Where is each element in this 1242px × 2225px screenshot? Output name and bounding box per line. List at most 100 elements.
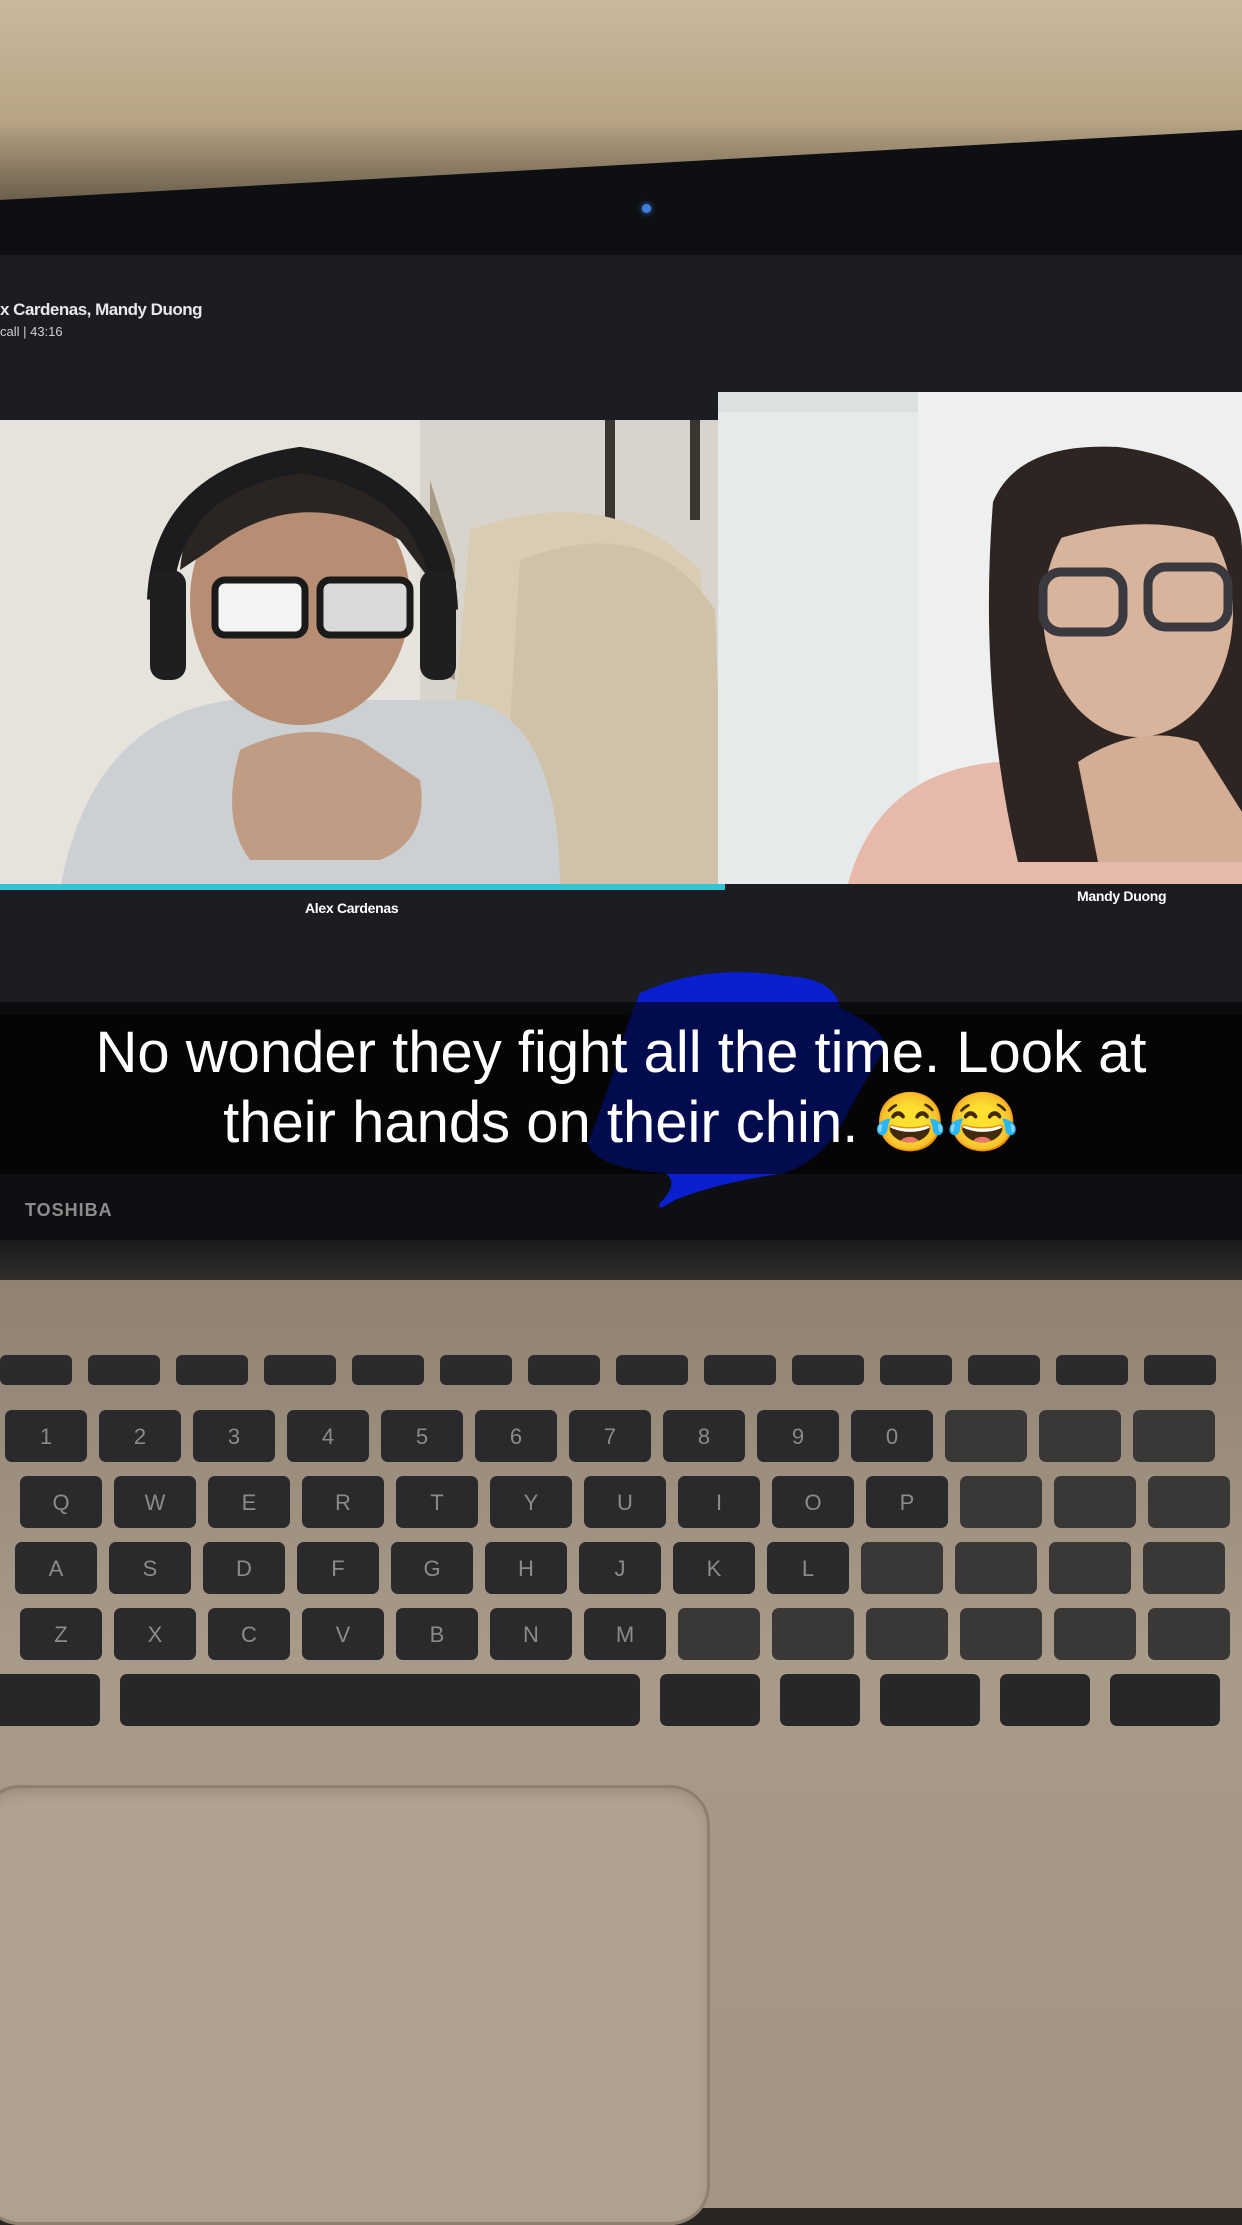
keyboard-key: W [114,1476,196,1528]
keyboard-key: Z [20,1608,102,1660]
laptop-brand-logo: TOSHIBA [25,1200,113,1220]
keyboard-key: S [109,1542,191,1594]
keyboard-key: Q [20,1476,102,1528]
laptop-keyboard: 1 2 3 4 5 6 7 8 9 0 Q W E R T Y U I O P A S D F G H J K L Z X C V B N M [0,1355,1230,1726]
keyboard-key [960,1608,1042,1660]
keyboard-key: U [584,1476,666,1528]
keyboard-key [1039,1410,1121,1462]
keyboard-key: X [114,1608,196,1660]
keyboard-key [660,1674,760,1726]
keyboard-key: N [490,1608,572,1660]
keyboard-key: 4 [287,1410,369,1462]
svg-text:D: D [236,1556,252,1581]
participant-video-alex[interactable] [0,420,725,890]
keyboard-key: 5 [381,1410,463,1462]
svg-text:F: F [331,1556,344,1581]
svg-text:S: S [143,1556,158,1581]
keyboard-key: J [579,1542,661,1594]
keyboard-key [1054,1608,1136,1660]
keyboard-key: A [15,1542,97,1594]
keyboard-key [1110,1674,1220,1726]
call-duration: call | 43:16 [0,324,63,339]
function-key [352,1355,424,1385]
snap-caption: No wonder they fight all the time. Look … [0,1002,1242,1174]
function-key [264,1355,336,1385]
laptop-trackpad [0,1785,710,2225]
keyboard-key [1000,1674,1090,1726]
function-key [528,1355,600,1385]
function-key [176,1355,248,1385]
active-speaker-indicator [0,884,725,890]
keyboard-key: 6 [475,1410,557,1462]
keyboard-key: E [208,1476,290,1528]
keyboard-key: C [208,1608,290,1660]
keyboard-key: G [391,1542,473,1594]
svg-text:5: 5 [416,1424,428,1449]
keyboard-key [772,1608,854,1660]
function-key [0,1355,72,1385]
svg-text:J: J [615,1556,626,1581]
svg-text:I: I [716,1490,722,1515]
svg-text:E: E [242,1490,257,1515]
svg-text:M: M [616,1622,634,1647]
function-key [1056,1355,1128,1385]
svg-text:W: W [145,1490,166,1515]
function-key [616,1355,688,1385]
keyboard-key: Y [490,1476,572,1528]
svg-text:2: 2 [134,1424,146,1449]
keyboard-key [945,1410,1027,1462]
participant-video-feed-left [0,420,725,890]
svg-text:T: T [430,1490,443,1515]
participant-name-label: Alex Cardenas [305,900,399,916]
participant-name-label: Mandy Duong [1077,888,1167,904]
svg-text:1: 1 [40,1424,52,1449]
svg-text:A: A [49,1556,64,1581]
keyboard-key: R [302,1476,384,1528]
svg-text:3: 3 [228,1424,240,1449]
svg-text:H: H [518,1556,534,1581]
svg-text:K: K [707,1556,722,1581]
keyboard-key [1143,1542,1225,1594]
svg-text:6: 6 [510,1424,522,1449]
participant-video-mandy[interactable] [718,392,1242,884]
caption-line-1: No wonder they fight all the time. Look … [95,1020,1147,1085]
svg-text:L: L [802,1556,814,1581]
svg-text:V: V [336,1622,351,1647]
keyboard-key: H [485,1542,567,1594]
keyboard-key: M [584,1608,666,1660]
participant-video-feed-right [718,392,1242,884]
svg-text:N: N [523,1622,539,1647]
svg-text:9: 9 [792,1424,804,1449]
keyboard-key: K [673,1542,755,1594]
svg-text:8: 8 [698,1424,710,1449]
keyboard-key [866,1608,948,1660]
keyboard-key [780,1674,860,1726]
keyboard-key: 8 [663,1410,745,1462]
call-header: x Cardenas, Mandy Duong call | 43:16 [0,300,260,360]
keyboard-key [120,1674,640,1726]
keyboard-key: 3 [193,1410,275,1462]
svg-text:Z: Z [54,1622,67,1647]
keyboard-key [678,1608,760,1660]
svg-text:R: R [335,1490,351,1515]
keyboard-key: 1 [5,1410,87,1462]
keyboard-key [1049,1542,1131,1594]
function-key [880,1355,952,1385]
keyboard-key: T [396,1476,478,1528]
keyboard-key: F [297,1542,379,1594]
webcam-indicator-icon [642,204,651,213]
svg-text:U: U [617,1490,633,1515]
keyboard-key: V [302,1608,384,1660]
keyboard-key: O [772,1476,854,1528]
keyboard-key [960,1476,1042,1528]
call-participants-title: x Cardenas, Mandy Duong [0,300,202,319]
keyboard-key: B [396,1608,478,1660]
keyboard-key: 7 [569,1410,651,1462]
svg-text:Q: Q [52,1490,69,1515]
svg-text:O: O [804,1490,821,1515]
keyboard-key [1148,1476,1230,1528]
caption-line-2: their hands on their chin. 😂😂 [223,1090,1019,1155]
svg-text:Y: Y [524,1490,539,1515]
svg-text:P: P [900,1490,915,1515]
svg-text:0: 0 [886,1424,898,1449]
